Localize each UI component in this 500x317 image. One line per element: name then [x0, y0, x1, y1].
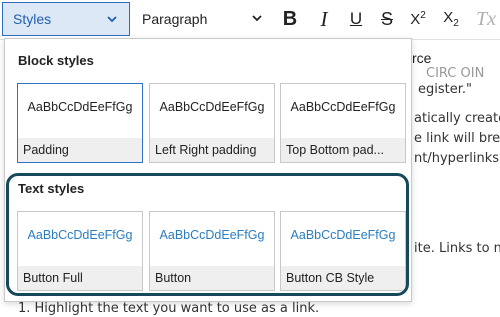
- style-preview: AaBbCcDdEeFfGg: [27, 100, 133, 114]
- strikethrough-button[interactable]: S: [373, 6, 401, 32]
- style-label: Top Bottom pad...: [281, 138, 405, 162]
- style-label: Left Right padding: [150, 138, 274, 162]
- underline-button[interactable]: U: [342, 6, 370, 32]
- strikethrough-icon: S: [380, 8, 393, 29]
- style-option-top-bottom-padding[interactable]: AaBbCcDdEeFfGg Top Bottom pad...: [280, 83, 406, 163]
- block-styles-heading: Block styles: [18, 53, 94, 68]
- document-line: 1. Highlight the text you want to use as…: [18, 301, 320, 316]
- source-button-fragment[interactable]: rce: [412, 50, 431, 66]
- clear-format-button[interactable]: Tx: [472, 6, 500, 32]
- italic-icon: I: [320, 6, 328, 31]
- document-line: egister.": [418, 82, 472, 97]
- document-line: atically create: [414, 111, 500, 126]
- bold-icon: B: [282, 7, 298, 30]
- document-line: e link will brea: [414, 131, 500, 146]
- style-label: Padding: [18, 138, 142, 162]
- style-preview: AaBbCcDdEeFfGg: [159, 100, 265, 114]
- chevron-down-icon: [107, 16, 117, 23]
- editor-toolbar: Styles Paragraph B I U S X2 X2 Tx: [0, 0, 500, 40]
- paragraph-dropdown[interactable]: Paragraph: [142, 2, 268, 36]
- style-preview: AaBbCcDdEeFfGg: [290, 100, 396, 114]
- underline-icon: U: [349, 9, 363, 28]
- italic-button[interactable]: I: [310, 6, 338, 32]
- subscript-button[interactable]: X2: [437, 6, 465, 32]
- bold-button[interactable]: B: [276, 6, 304, 32]
- style-option-left-right-padding[interactable]: AaBbCcDdEeFfGg Left Right padding: [149, 83, 275, 163]
- superscript-button[interactable]: X2: [404, 6, 432, 32]
- paragraph-dropdown-label: Paragraph: [142, 11, 208, 27]
- subscript-icon: X2: [443, 9, 459, 29]
- document-line: ite. Links to n: [414, 241, 500, 256]
- clear-format-icon: Tx: [476, 7, 496, 30]
- document-line: nt/hyperlinks i: [414, 151, 500, 166]
- styles-dropdown-label: Styles: [13, 11, 52, 27]
- chevron-down-icon: [252, 15, 262, 22]
- text-styles-highlight: [6, 173, 409, 296]
- document-line: CIRC OIN: [426, 66, 485, 81]
- styles-dropdown[interactable]: Styles: [2, 2, 130, 36]
- style-option-padding[interactable]: AaBbCcDdEeFfGg Padding: [17, 83, 143, 163]
- superscript-icon: X2: [410, 10, 426, 28]
